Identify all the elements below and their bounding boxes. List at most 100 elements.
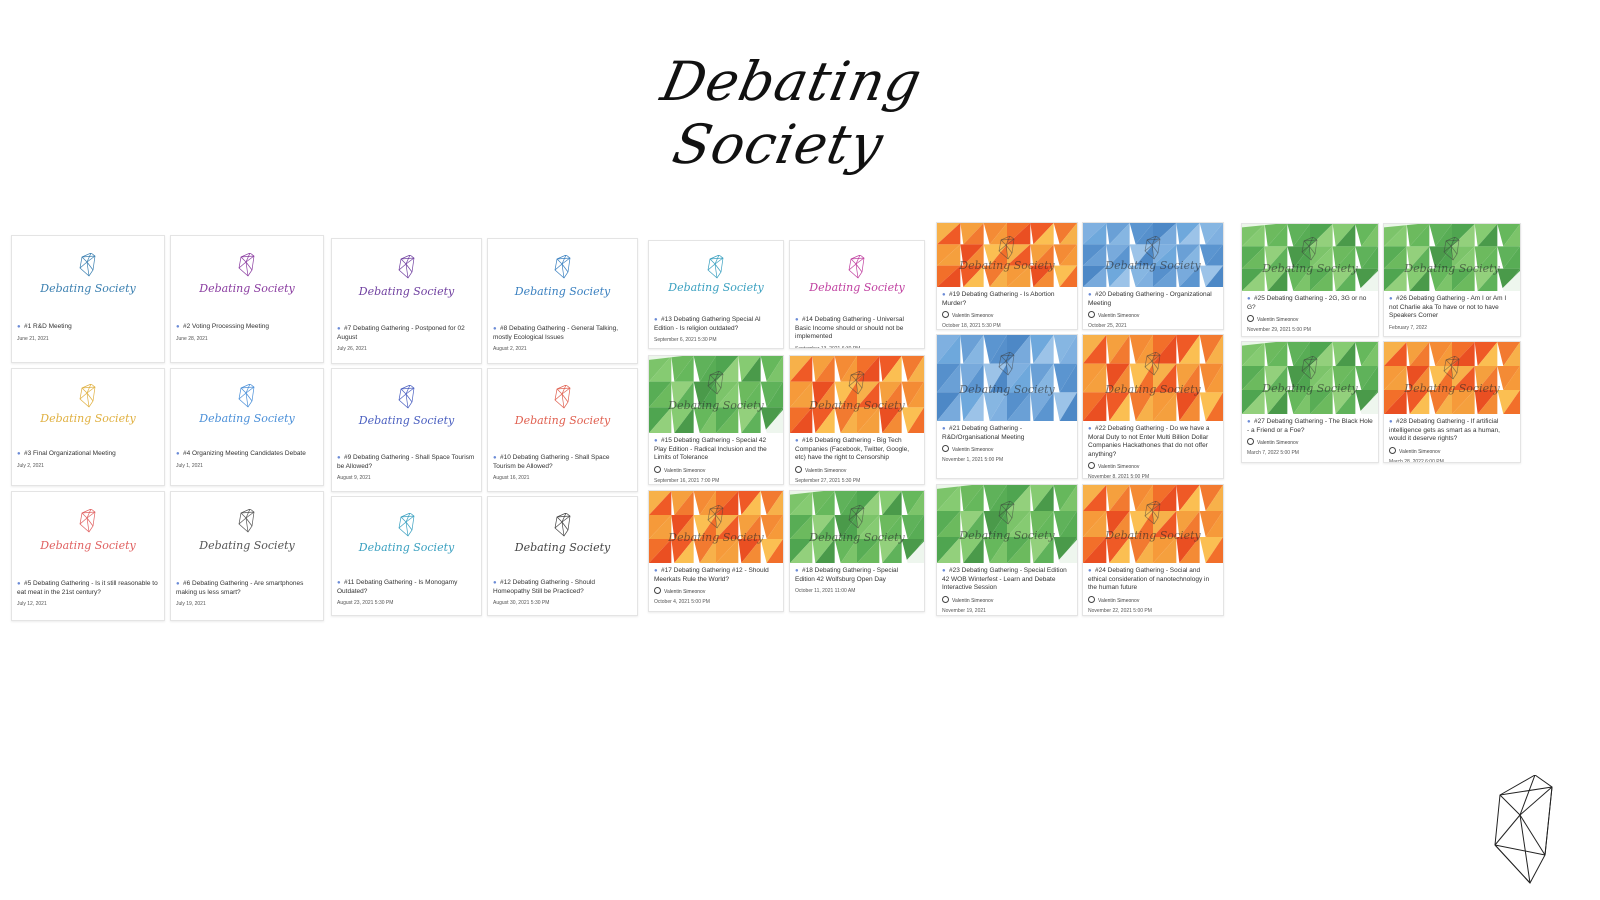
- card-cover-image[interactable]: Debating Society: [332, 369, 481, 450]
- avatar-icon: [1088, 595, 1095, 603]
- card-date: August 30, 2021 5:30 PM: [493, 600, 550, 607]
- avatar-icon: [942, 311, 949, 319]
- event-card[interactable]: Debating Society ● #23 Debating Gathering …: [936, 484, 1078, 616]
- event-card[interactable]: Debating Society ● #14 Debating Gathering …: [789, 240, 925, 349]
- card-cover-image[interactable]: Debating Society: [1083, 223, 1223, 287]
- page-icon: ●: [1247, 296, 1251, 302]
- event-card[interactable]: Debating Society ● #5 Debating Gathering -…: [11, 491, 165, 621]
- card-cover-image[interactable]: Debating Society: [171, 492, 323, 576]
- card-author: Valentin Simeonov: [1247, 438, 1373, 446]
- event-card[interactable]: Debating Society ● #6 Debating Gathering -…: [170, 491, 324, 621]
- event-card[interactable]: Debating Society ● #1 R&D Meeting June 21, …: [11, 235, 165, 363]
- card-cover-image[interactable]: Debating Society: [649, 491, 783, 563]
- event-card[interactable]: Debating Society ● #19 Debating Gathering …: [936, 222, 1078, 330]
- card-cover-image[interactable]: Debating Society: [488, 497, 637, 575]
- page-icon: ●: [17, 581, 21, 587]
- card-date: August 2, 2021: [493, 346, 527, 353]
- card-title[interactable]: ● #24 Debating Gathering - Social and eth…: [1088, 567, 1218, 593]
- event-card[interactable]: Debating Society ● #4 Organizing Meeting C…: [170, 368, 324, 486]
- card-title[interactable]: ● #4 Organizing Meeting Candidates Debate: [176, 450, 318, 459]
- event-card[interactable]: Debating Society ● #2 Voting Processing Me…: [170, 235, 324, 363]
- card-title[interactable]: ● #1 R&D Meeting: [17, 323, 159, 332]
- card-cover-image[interactable]: Debating Society: [1384, 224, 1520, 291]
- card-title[interactable]: ● #16 Debating Gathering - Big Tech Compa…: [795, 437, 919, 463]
- card-author: Valentin Simeonov: [1088, 595, 1218, 604]
- event-card[interactable]: Debating Society ● #11 Debating Gathering …: [331, 496, 482, 616]
- event-card[interactable]: Debating Society ● #15 Debating Gathering …: [648, 355, 784, 485]
- event-card[interactable]: Debating Society ● #8 Debating Gathering -…: [487, 238, 638, 364]
- card-cover-image[interactable]: Debating Society: [649, 241, 783, 312]
- card-title[interactable]: ● #28 Debating Gathering - If artificial …: [1389, 418, 1515, 444]
- card-cover-image[interactable]: Debating Society: [937, 335, 1077, 421]
- card-title[interactable]: ● #22 Debating Gathering - Do we have a M…: [1088, 425, 1218, 459]
- card-title[interactable]: ● #25 Debating Gathering - 2G, 3G or no G…: [1247, 295, 1373, 312]
- event-card[interactable]: Debating Society ● #7 Debating Gathering -…: [331, 238, 482, 364]
- card-title[interactable]: ● #21 Debating Gathering - R&D/Organisati…: [942, 425, 1072, 442]
- page-icon: ●: [176, 581, 180, 587]
- card-cover-image[interactable]: Debating Society: [937, 223, 1077, 287]
- card-title[interactable]: ● #15 Debating Gathering - Special 42 Pla…: [654, 437, 778, 463]
- event-card[interactable]: Debating Society ● #26 Debating Gathering …: [1383, 223, 1521, 337]
- card-cover-image[interactable]: Debating Society: [488, 369, 637, 450]
- event-card[interactable]: Debating Society ● #21 Debating Gathering …: [936, 334, 1078, 479]
- card-cover-image[interactable]: Debating Society: [790, 491, 924, 563]
- event-card[interactable]: Debating Society ● #10 Debating Gathering …: [487, 368, 638, 492]
- event-card[interactable]: Debating Society ● #12 Debating Gathering …: [487, 496, 638, 616]
- card-title[interactable]: ● #8 Debating Gathering - General Talking…: [493, 325, 632, 342]
- card-title[interactable]: ● #3 Final Organizational Meeting: [17, 450, 159, 459]
- card-cover-image[interactable]: Debating Society: [171, 236, 323, 319]
- card-title[interactable]: ● #20 Debating Gathering - Organizational…: [1088, 291, 1218, 308]
- cover-logo-text: Debating Society: [1105, 528, 1201, 542]
- card-title[interactable]: ● #9 Debating Gathering - Shall Space Tou…: [337, 454, 476, 471]
- page-icon: ●: [795, 568, 799, 574]
- event-card[interactable]: Debating Society ● #20 Debating Gathering …: [1082, 222, 1224, 330]
- card-title[interactable]: ● #2 Voting Processing Meeting: [176, 323, 318, 332]
- card-cover-image[interactable]: Debating Society: [1384, 342, 1520, 414]
- card-cover-image[interactable]: Debating Society: [1242, 342, 1378, 414]
- card-cover-image[interactable]: Debating Society: [12, 492, 164, 576]
- event-card[interactable]: Debating Society ● #28 Debating Gathering …: [1383, 341, 1521, 463]
- event-card[interactable]: Debating Society ● #25 Debating Gathering …: [1241, 223, 1379, 337]
- card-title[interactable]: ● #11 Debating Gathering - Is Monogamy Ou…: [337, 579, 476, 596]
- card-title[interactable]: ● #18 Debating Gathering - Special Editio…: [795, 567, 919, 584]
- card-cover-image[interactable]: Debating Society: [649, 356, 783, 433]
- page-icon: ●: [17, 324, 21, 330]
- cover-logo-text: Debating Society: [514, 540, 611, 554]
- card-title[interactable]: ● #26 Debating Gathering - Am I or Am I n…: [1389, 295, 1515, 321]
- event-card[interactable]: Debating Society ● #22 Debating Gathering …: [1082, 334, 1224, 479]
- card-cover-image[interactable]: Debating Society: [1242, 224, 1378, 291]
- card-title[interactable]: ● #27 Debating Gathering - The Black Hole…: [1247, 418, 1373, 435]
- event-card[interactable]: Debating Society ● #18 Debating Gathering …: [789, 490, 925, 612]
- card-title[interactable]: ● #23 Debating Gathering - Special Editio…: [942, 567, 1072, 593]
- card-cover-image[interactable]: Debating Society: [790, 356, 924, 433]
- card-title[interactable]: ● #6 Debating Gathering - Are smartphones…: [176, 580, 318, 597]
- cover-logo-text: Debating Society: [959, 528, 1055, 542]
- card-title[interactable]: ● #19 Debating Gathering - Is Abortion Mu…: [942, 291, 1072, 308]
- card-cover-image[interactable]: Debating Society: [332, 497, 481, 575]
- card-cover-image[interactable]: Debating Society: [1083, 335, 1223, 421]
- event-card[interactable]: Debating Society ● #17 Debating Gathering …: [648, 490, 784, 612]
- card-title[interactable]: ● #13 Debating Gathering Special AI Editi…: [654, 316, 778, 333]
- card-cover-image[interactable]: Debating Society: [12, 369, 164, 446]
- card-cover-image[interactable]: Debating Society: [790, 241, 924, 312]
- card-title[interactable]: ● #12 Debating Gathering - Should Homeopa…: [493, 579, 632, 596]
- card-cover-image[interactable]: Debating Society: [171, 369, 323, 446]
- event-card[interactable]: Debating Society ● #16 Debating Gathering …: [789, 355, 925, 485]
- card-cover-image[interactable]: Debating Society: [937, 485, 1077, 563]
- event-card[interactable]: Debating Society ● #27 Debating Gathering …: [1241, 341, 1379, 463]
- card-title[interactable]: ● #17 Debating Gathering #12 - Should Mee…: [654, 567, 778, 584]
- page-icon: ●: [337, 580, 341, 586]
- card-cover-image[interactable]: Debating Society: [12, 236, 164, 319]
- card-title[interactable]: ● #10 Debating Gathering - Shall Space To…: [493, 454, 632, 471]
- cover-logo-text: Debating Society: [199, 539, 295, 553]
- card-cover-image[interactable]: Debating Society: [332, 239, 481, 321]
- event-card[interactable]: Debating Society ● #3 Final Organizational…: [11, 368, 165, 486]
- event-card[interactable]: Debating Society ● #24 Debating Gathering …: [1082, 484, 1224, 616]
- event-card[interactable]: Debating Society ● #13 Debating Gathering …: [648, 240, 784, 349]
- card-cover-image[interactable]: Debating Society: [1083, 485, 1223, 563]
- card-cover-image[interactable]: Debating Society: [488, 239, 637, 321]
- card-title[interactable]: ● #14 Debating Gathering - Universal Basi…: [795, 316, 919, 342]
- card-title[interactable]: ● #7 Debating Gathering - Postponed for 0…: [337, 325, 476, 342]
- card-title[interactable]: ● #5 Debating Gathering - Is it still rea…: [17, 580, 159, 597]
- event-card[interactable]: Debating Society ● #9 Debating Gathering -…: [331, 368, 482, 492]
